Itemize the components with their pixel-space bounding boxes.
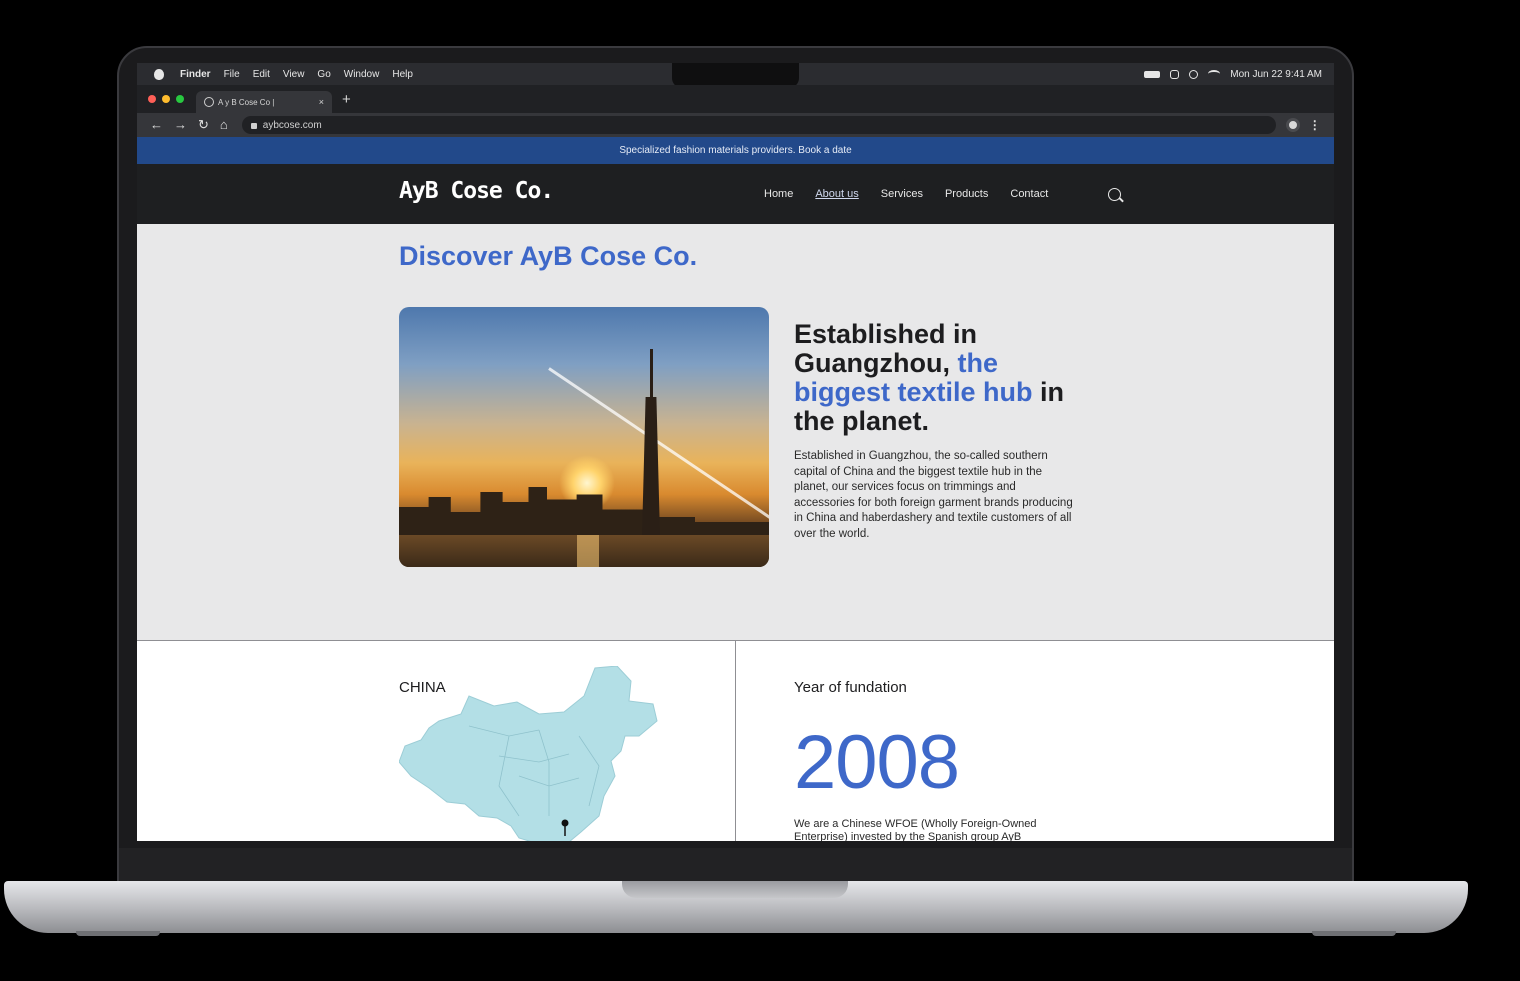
battery-icon[interactable] xyxy=(1144,70,1161,78)
site-header: AyB Cose Co. Home About us Services Prod… xyxy=(137,164,1334,224)
menu-items: Finder File Edit View Go Window Help xyxy=(180,69,413,80)
headline-part1: Established in Guangzhou, xyxy=(794,319,978,378)
address-bar[interactable]: aybcose.com xyxy=(241,116,1276,134)
nav-home[interactable]: Home xyxy=(764,188,793,200)
clock[interactable]: Mon Jun 22 9:41 AM xyxy=(1230,69,1322,80)
browser-tab[interactable]: A y B Cose Co | × xyxy=(196,91,332,113)
menu-file[interactable]: File xyxy=(224,69,240,80)
laptop-foot-right xyxy=(1312,931,1396,936)
more-menu-icon[interactable]: ⋮ xyxy=(1309,118,1321,132)
new-tab-button[interactable]: + xyxy=(342,91,351,108)
site-logo[interactable]: AyB Cose Co. xyxy=(399,178,554,204)
back-arrow-icon[interactable]: ← xyxy=(150,117,163,133)
menu-go[interactable]: Go xyxy=(317,69,330,80)
nav-buttons: ← → ↻ ⌂ xyxy=(150,117,228,133)
status-area: Mon Jun 22 9:41 AM xyxy=(1144,63,1322,85)
guangzhou-tower-photo xyxy=(399,307,769,567)
minimize-window-button[interactable] xyxy=(162,95,170,103)
nav-contact[interactable]: Contact xyxy=(1010,188,1048,200)
home-icon[interactable]: ⌂ xyxy=(220,117,228,133)
main-nav: Home About us Services Products Contact xyxy=(764,188,1048,200)
reload-icon[interactable]: ↻ xyxy=(198,117,209,133)
laptop-thumb-notch xyxy=(622,881,848,898)
menu-finder[interactable]: Finder xyxy=(180,69,211,80)
control-center-icon[interactable] xyxy=(1170,69,1180,79)
photo-sun-reflection xyxy=(577,535,599,567)
nav-products[interactable]: Products xyxy=(945,188,988,200)
tab-title: A y B Cose Co | xyxy=(218,97,275,107)
menu-window[interactable]: Window xyxy=(344,69,380,80)
laptop-mockup: Finder File Edit View Go Window Help Mon… xyxy=(0,0,1520,981)
guangzhou-pin-icon xyxy=(561,819,569,827)
close-window-button[interactable] xyxy=(148,95,156,103)
globe-icon xyxy=(204,97,214,107)
promo-text[interactable]: Specialized fashion materials providers.… xyxy=(619,145,851,156)
nav-about-us[interactable]: About us xyxy=(815,188,858,200)
map-label: CHINA xyxy=(399,679,446,696)
column-divider xyxy=(735,641,736,841)
search-icon[interactable] xyxy=(1108,188,1121,201)
browser-tabbar: A y B Cose Co | × + xyxy=(137,85,1334,113)
menu-edit[interactable]: Edit xyxy=(253,69,270,80)
screen-bezel-bottom xyxy=(119,848,1352,884)
apple-icon[interactable] xyxy=(154,68,164,80)
about-paragraph: Established in Guangzhou, the so-called … xyxy=(794,450,1073,540)
hero-headline: Established in Guangzhou, the biggest te… xyxy=(794,320,1084,436)
forward-arrow-icon[interactable]: → xyxy=(174,117,187,133)
promo-banner[interactable]: Specialized fashion materials providers.… xyxy=(137,137,1334,164)
menu-help[interactable]: Help xyxy=(392,69,413,80)
laptop-screen: Finder File Edit View Go Window Help Mon… xyxy=(137,63,1334,841)
photo-tower-spire xyxy=(650,349,653,399)
foundation-year: 2008 xyxy=(794,720,960,805)
tab-close-icon[interactable]: × xyxy=(319,97,324,107)
nav-services[interactable]: Services xyxy=(881,188,923,200)
window-controls xyxy=(148,95,184,103)
company-description: We are a Chinese WFOE (Wholly Foreign-Ow… xyxy=(794,818,1037,841)
wifi-icon[interactable] xyxy=(1208,70,1221,78)
browser-toolbar: ← → ↻ ⌂ aybcose.com ⋮ xyxy=(137,113,1334,137)
spotlight-icon[interactable] xyxy=(1189,69,1199,79)
lock-icon xyxy=(250,123,257,129)
photo-skyline xyxy=(399,487,769,537)
foundation-label: Year of fundation xyxy=(794,679,907,696)
profile-avatar[interactable] xyxy=(1285,118,1300,132)
page-title: Discover AyB Cose Co. xyxy=(399,241,698,271)
about-section: Discover AyB Cose Co. Established in Gua… xyxy=(137,224,1334,642)
zoom-window-button[interactable] xyxy=(176,95,184,103)
laptop-foot-left xyxy=(76,931,160,936)
facts-section: CHINA Year of fundation 2008 We are a Ch… xyxy=(137,641,1334,841)
url-text: aybcose.com xyxy=(262,119,322,131)
photo-tower xyxy=(642,397,660,537)
menu-view[interactable]: View xyxy=(283,69,305,80)
